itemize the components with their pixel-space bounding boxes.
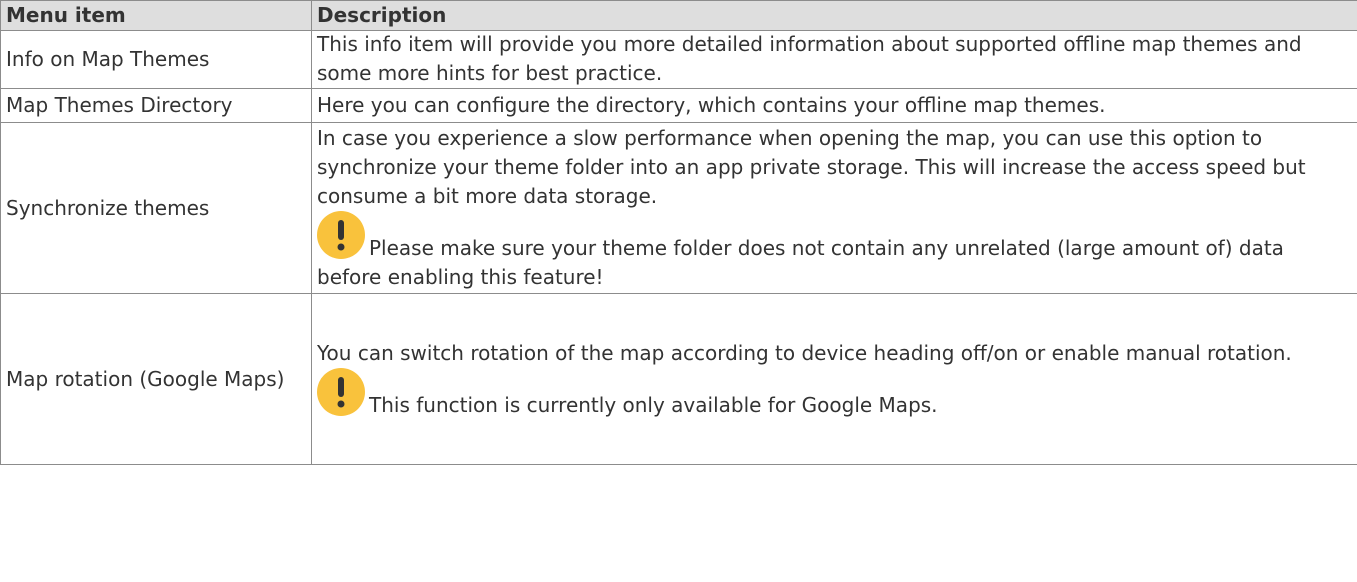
- description-cell: You can switch rotation of the map accor…: [311, 293, 1357, 465]
- notice: This function is currently only availabl…: [317, 367, 1353, 420]
- table-row: Map Themes Directory Here you can config…: [0, 88, 1357, 123]
- header-menu-item: Menu item: [0, 0, 312, 31]
- description-text: You can switch rotation of the map accor…: [317, 340, 1292, 365]
- menu-items-table: Menu item Description Info on Map Themes…: [0, 0, 1357, 465]
- table-header-row: Menu item Description: [0, 0, 1357, 31]
- menu-item-cell: Map rotation (Google Maps): [0, 293, 312, 465]
- exclamation-icon: [317, 367, 365, 416]
- notice-text: This function is currently only availabl…: [369, 392, 938, 417]
- table-row: Map rotation (Google Maps) You can switc…: [0, 293, 1357, 465]
- exclamation-icon: [317, 211, 365, 259]
- description-text: In case you experience a slow performanc…: [317, 126, 1306, 208]
- notice-text: Please make sure your theme folder does …: [317, 236, 1284, 289]
- header-description: Description: [311, 0, 1357, 31]
- notice: Please make sure your theme folder does …: [317, 211, 1353, 292]
- menu-item-cell: Info on Map Themes: [0, 30, 312, 89]
- description-cell: In case you experience a slow performanc…: [311, 122, 1357, 294]
- table-row: Synchronize themes In case you experienc…: [0, 122, 1357, 294]
- menu-item-cell: Map Themes Directory: [0, 88, 312, 123]
- description-text: Here you can configure the directory, wh…: [317, 93, 1106, 117]
- description-cell: Here you can configure the directory, wh…: [311, 88, 1357, 123]
- menu-item-cell: Synchronize themes: [0, 122, 312, 294]
- description-text: This info item will provide you more det…: [317, 32, 1302, 85]
- description-cell: This info item will provide you more det…: [311, 30, 1357, 89]
- table-row: Info on Map Themes This info item will p…: [0, 30, 1357, 89]
